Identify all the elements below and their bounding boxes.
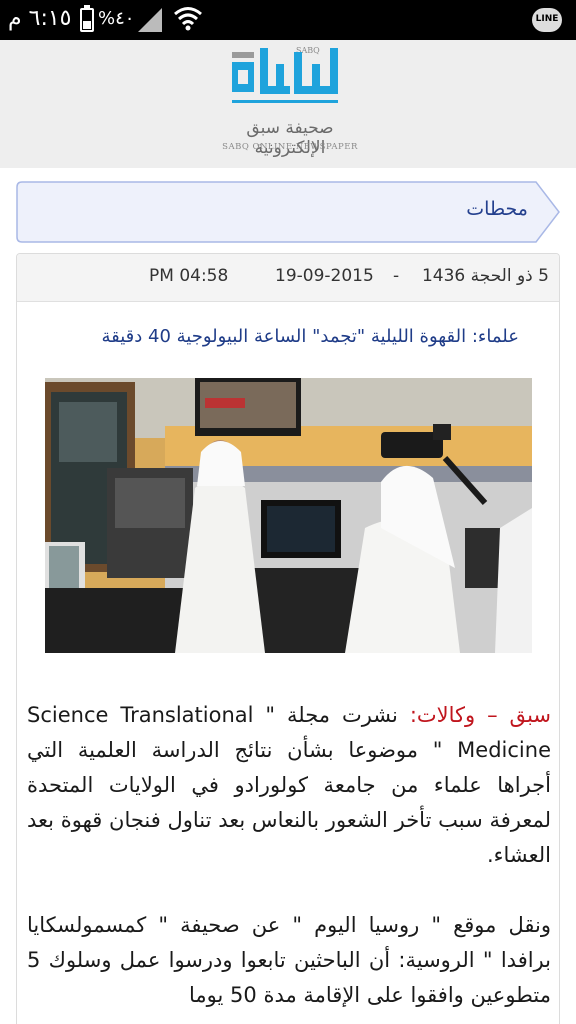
logo-latin-text: SABQ ONLINE NEWSPAPER (222, 142, 358, 152)
section-banner[interactable]: محطات (16, 181, 560, 243)
source-lead: سبق – وكالات: (409, 703, 552, 727)
battery-percent: %٤٠ (98, 8, 135, 29)
paragraph-1-text: نشرت مجلة " Science Translational Medici… (27, 703, 551, 867)
article-card: 5 ذو الحجة 1436 - 19-09-2015 PM 04:58 عل… (16, 253, 560, 1024)
gregorian-date: 19-09-2015 (275, 266, 374, 286)
wifi-icon (174, 7, 202, 31)
clock: ٦:١٥ م (8, 6, 72, 31)
article-photo[interactable] (45, 378, 532, 653)
paragraph-2: ونقل موقع " روسيا اليوم " عن صحيفة " كمس… (27, 913, 551, 1007)
paragraph-1: سبق – وكالات: نشرت مجلة " Science Transl… (27, 698, 551, 873)
sabq-logo[interactable]: SABQ صحيفة سبق الإلكترونية SABQ ONLINE N… (210, 44, 370, 160)
battery-fill (83, 21, 91, 29)
signal-icon (138, 8, 162, 32)
photo-illustration (45, 378, 532, 653)
site-header: SABQ صحيفة سبق الإلكترونية SABQ ONLINE N… (0, 40, 576, 168)
article-headline[interactable]: علماء: القهوة الليلية "تجمد" الساعة البي… (49, 326, 519, 347)
logo-mark-icon (232, 48, 338, 103)
logo-arabic-text: صحيفة سبق الإلكترونية (246, 118, 334, 158)
battery-icon (80, 5, 94, 32)
status-bar: ٦:١٥ م %٤٠ LINE (0, 0, 576, 40)
hijri-date: 5 ذو الحجة 1436 (421, 266, 549, 286)
article-body: سبق – وكالات: نشرت مجلة " Science Transl… (27, 698, 551, 1013)
line-app-icon: LINE (532, 8, 562, 32)
article-meta: 5 ذو الحجة 1436 - 19-09-2015 PM 04:58 (17, 254, 559, 302)
section-title: محطات (466, 198, 528, 220)
date-separator: - (393, 266, 400, 286)
publish-time: PM 04:58 (149, 266, 229, 286)
